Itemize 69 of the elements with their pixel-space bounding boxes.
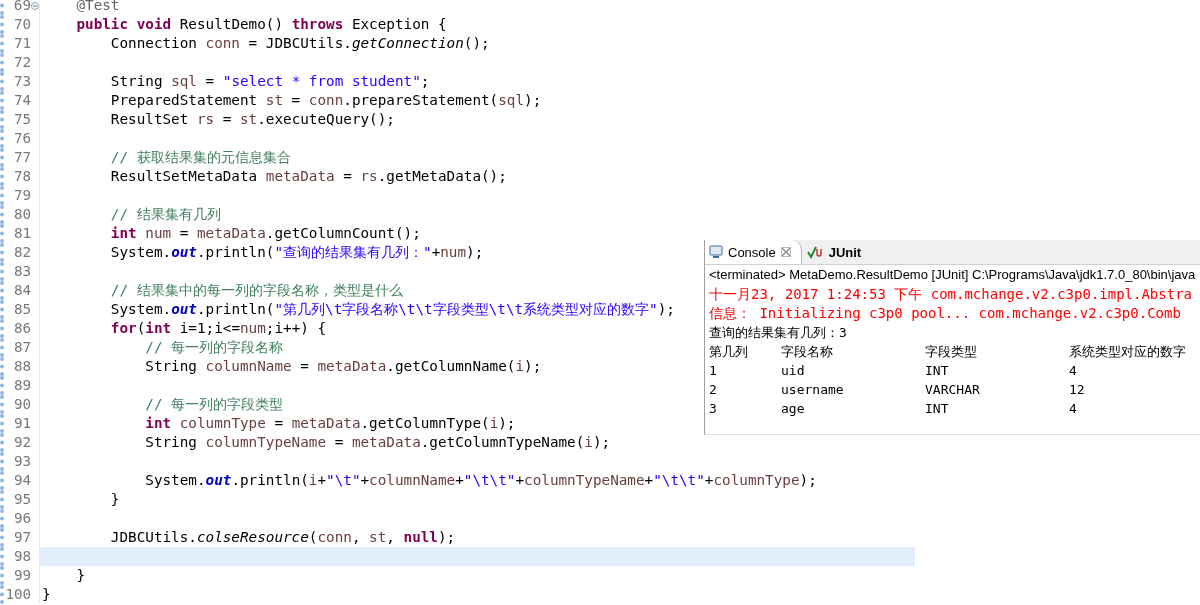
code-line: String columnTypeName = metaData.getColumnTypeName(i); [144, 433, 611, 452]
code-line: // 每一列的字段类型 [144, 395, 284, 414]
line-number: 94 [13, 471, 32, 490]
line-number: 76 [13, 129, 32, 148]
console-output-line: 查询的结果集有几列：3 [708, 324, 848, 342]
junit-icon [805, 245, 824, 259]
code-line: } [41, 585, 51, 604]
code-line: System.out.println("第几列\t字段名称\t\t字段类型\t\t系统类型对应的数字"); [109, 300, 675, 319]
line-number: 89 [13, 376, 32, 395]
line-number: 86 [13, 319, 32, 338]
line-number: 79 [13, 186, 32, 205]
line-number: 69 [12, 0, 31, 15]
console-error-line: 信息： Initializing c3p0 pool... com.mchange.v2.c3p0.Comb [708, 304, 1182, 323]
code-line: for(int i=1;i<=num;i++) { [109, 319, 327, 338]
line-number: 75 [13, 110, 32, 129]
line-number: 87 [13, 338, 32, 357]
code-line: // 获取结果集的元信息集合 [109, 148, 291, 167]
code-line: public void ResultDemo() throws Exception { [75, 15, 447, 34]
line-number: 85 [13, 300, 32, 319]
console-output-line: 3 age INT 4 [708, 400, 1078, 418]
line-number: 88 [13, 357, 32, 376]
code-line: ResultSet rs = st.executeQuery(); [109, 110, 395, 129]
line-number: 98 [13, 547, 32, 566]
line-number: 70 [13, 15, 32, 34]
code-line: // 结果集中的每一列的字段名称，类型是什么 [109, 281, 403, 300]
line-number: 90 [13, 395, 32, 414]
line-number: 93 [13, 452, 32, 471]
code-line: @Test [75, 0, 120, 15]
line-number: 84 [13, 281, 32, 300]
line-number: 71 [13, 34, 32, 53]
close-icon[interactable] [780, 247, 791, 257]
line-number: 97 [13, 528, 32, 547]
line-number: 74 [13, 91, 32, 110]
line-number: 73 [13, 72, 32, 91]
code-line: PreparedStatement st = conn.prepareStatement(sql); [109, 91, 542, 110]
console-error-line: 十一月23, 2017 1:24:53 下午 com.mchange.v2.c3p0.impl.Abstra [708, 285, 1193, 304]
code-line: int num = metaData.getColumnCount(); [109, 224, 421, 243]
line-number: 72 [13, 53, 32, 72]
code-line: int columnType = metaData.getColumnType(i); [144, 414, 516, 433]
panel-tab[interactable]: Console [705, 240, 802, 264]
code-line: // 每一列的字段名称 [144, 338, 284, 357]
line-number: 99 [13, 566, 32, 585]
code-line: System.out.println(i+"\t"+columnName+"\t\t"+columnTypeName+"\t\t"+columnType); [144, 471, 817, 490]
collapse-icon[interactable] [31, 1, 39, 10]
console-header: <terminated> MetaDemo.ResultDemo [JUnit] C:\Programs\Java\jdk1.7.0_80\bin\java [708, 266, 1197, 284]
code-line: System.out.println("查询的结果集有几列："+num); [109, 243, 484, 262]
code-line: } [109, 490, 120, 509]
line-number: 96 [13, 509, 32, 528]
line-number: 77 [13, 148, 32, 167]
line-number: 81 [13, 224, 32, 243]
line-number: 78 [13, 167, 32, 186]
console-output-line: 第几列 字段名称 字段类型 系统类型对应的数字 [708, 343, 1187, 361]
code-line: JDBCUtils.colseResource(conn, st, null); [109, 528, 456, 547]
code-line: String sql = "select * from student"; [109, 72, 430, 91]
console-output-line: 1 uid INT 4 [708, 362, 1078, 380]
code-line: } [75, 566, 86, 585]
line-number: 100 [4, 585, 32, 604]
line-number: 95 [13, 490, 32, 509]
line-number: 92 [13, 433, 32, 452]
code-line: ResultSetMetaData metaData = rs.getMetaData(); [109, 167, 507, 186]
monitor-icon [709, 245, 723, 259]
line-number: 80 [13, 205, 32, 224]
code-line: // 结果集有几列 [109, 205, 221, 224]
code-line: String columnName = metaData.getColumnName(i); [144, 357, 542, 376]
code-line: Connection conn = JDBCUtils.getConnection(); [109, 34, 490, 53]
line-number: 83 [13, 262, 32, 281]
line-number: 82 [13, 243, 32, 262]
line-number: 91 [13, 414, 32, 433]
console-output-line: 2 username VARCHAR 12 [708, 381, 1086, 399]
